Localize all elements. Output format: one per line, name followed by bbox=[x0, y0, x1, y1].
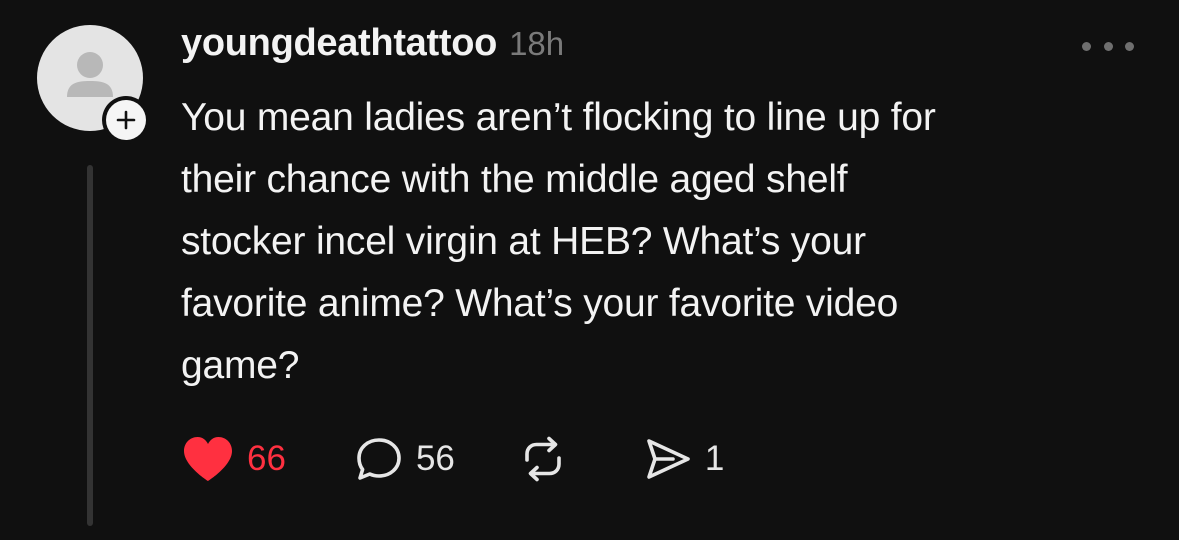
post-text-line: You mean ladies aren’t flocking to line … bbox=[181, 96, 936, 139]
like-count: 66 bbox=[247, 439, 286, 478]
repost-button[interactable] bbox=[517, 435, 581, 483]
post-text-line: game? bbox=[181, 344, 300, 387]
post-text-line: their chance with the middle aged shelf bbox=[181, 158, 848, 201]
post-text-line: stocker incel virgin at HEB? What’s your bbox=[181, 220, 866, 263]
repost-icon bbox=[525, 436, 561, 482]
share-count: 1 bbox=[704, 439, 725, 478]
reply-button[interactable]: 56 bbox=[354, 435, 455, 483]
reply-count: 56 bbox=[415, 439, 455, 478]
follow-button[interactable] bbox=[102, 96, 150, 144]
username[interactable]: youngdeathtattoo bbox=[181, 22, 497, 65]
action-bar: 66 56 1 bbox=[181, 433, 724, 485]
timestamp: 18h bbox=[509, 25, 565, 62]
send-icon bbox=[647, 439, 690, 479]
post-text-line: favorite anime? What’s your favorite vid… bbox=[181, 282, 899, 325]
thread-post: youngdeathtattoo 18h You mean ladies are… bbox=[0, 0, 1179, 540]
post-header: youngdeathtattoo 18h bbox=[181, 22, 564, 74]
speech-bubble-icon bbox=[357, 438, 401, 480]
like-button[interactable]: 66 bbox=[181, 435, 286, 483]
heart-filled-icon bbox=[184, 437, 232, 481]
plus-icon bbox=[116, 110, 136, 130]
thread-line bbox=[87, 165, 93, 526]
more-options-icon[interactable] bbox=[1082, 36, 1134, 56]
share-button[interactable]: 1 bbox=[643, 435, 724, 483]
post-text: You mean ladies aren’t flocking to line … bbox=[181, 87, 1151, 397]
